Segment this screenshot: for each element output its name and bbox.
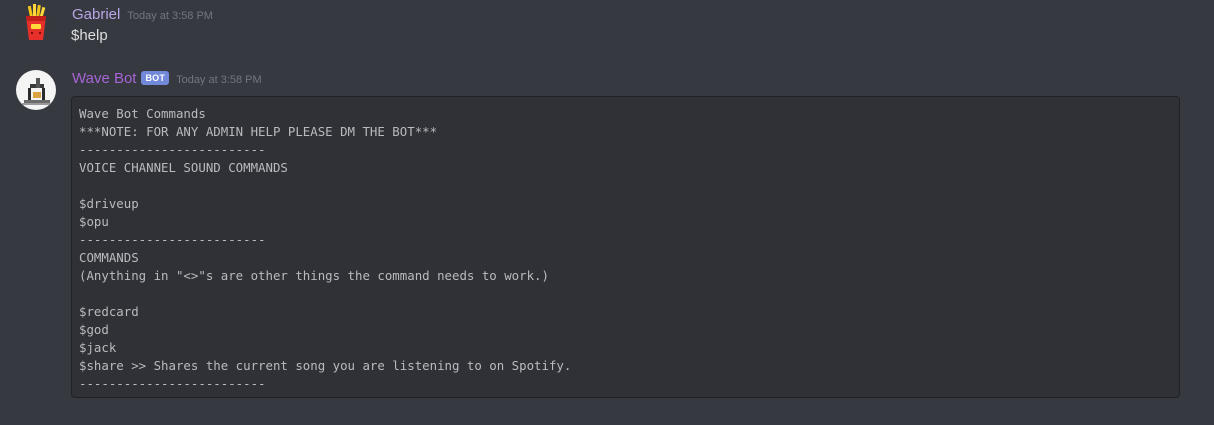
code-line: $redcard — [79, 304, 139, 319]
code-line: (Anything in "<>"s are other things the … — [79, 268, 549, 283]
code-line: $jack — [79, 340, 117, 355]
fries-icon — [16, 2, 56, 42]
code-line: Wave Bot Commands — [79, 106, 206, 121]
code-line: $opu — [79, 214, 109, 229]
message-text: $help — [71, 27, 108, 44]
bot-avatar-icon — [16, 70, 56, 110]
username-wave-bot[interactable]: Wave Bot — [72, 70, 136, 87]
gabriel-avatar[interactable] — [16, 2, 56, 42]
message-gabriel: Gabriel Today at 3:58 PM $help — [0, 0, 1214, 60]
wave-bot-avatar[interactable] — [16, 70, 56, 110]
code-line: ------------------------- — [79, 232, 266, 247]
timestamp[interactable]: Today at 3:58 PM — [176, 74, 262, 86]
code-line: COMMANDS — [79, 250, 139, 265]
wave-bot-header: Wave Bot BOT Today at 3:58 PM — [72, 70, 262, 87]
code-line: ------------------------- — [79, 142, 266, 157]
code-line: ***NOTE: FOR ANY ADMIN HELP PLEASE DM TH… — [79, 124, 438, 139]
username-gabriel[interactable]: Gabriel — [72, 6, 120, 23]
code-block: Wave Bot Commands ***NOTE: FOR ANY ADMIN… — [71, 96, 1180, 398]
code-line: $driveup — [79, 196, 139, 211]
code-line: $share >> Shares the current song you ar… — [79, 358, 572, 373]
code-line: $god — [79, 322, 109, 337]
timestamp[interactable]: Today at 3:58 PM — [127, 10, 213, 22]
bot-tag: BOT — [141, 71, 170, 85]
code-line: ------------------------- — [79, 376, 266, 391]
code-line: VOICE CHANNEL SOUND COMMANDS — [79, 160, 288, 175]
gabriel-header: Gabriel Today at 3:58 PM — [72, 6, 213, 23]
